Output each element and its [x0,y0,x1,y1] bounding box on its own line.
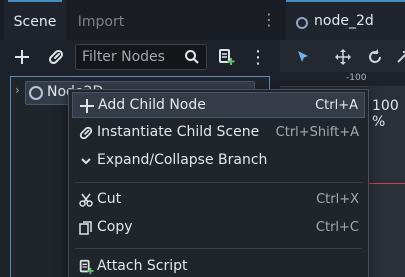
tab-import[interactable]: Import [66,0,136,40]
active-tab-indicator [8,0,62,2]
menu-item-shortcut: Ctrl+A [315,98,358,113]
menu-item-shortcut: Ctrl+Shift+A [275,125,359,140]
menu-item-label: Add Child Node [98,97,206,113]
context-menu: Add Child Node Ctrl+A Instantiate Child … [68,89,369,277]
menu-separator [75,182,362,183]
node2d-icon [29,86,43,100]
menu-item-shortcut: Ctrl+C [315,220,359,235]
plus-icon [15,50,29,64]
rotate-icon [369,49,381,63]
menu-item-cut[interactable]: Cut Ctrl+X [72,187,365,213]
move-mode-button[interactable] [330,44,356,70]
scene-dock-tabbar: Scene Import ⋮ [0,0,280,40]
tab-import-label: Import [77,14,125,30]
chevron-down-icon [78,153,94,169]
editor-window: Scene Import ⋮ Filter Nodes ⋮ › node_2d … [0,0,405,277]
tab-scene-label: Scene [13,14,57,30]
filter-nodes-field[interactable] [75,44,207,70]
tab-node-2d-label: node_2d [314,13,374,29]
menu-item-label: Expand/Collapse Branch [97,152,268,168]
active-tab-indicator [286,0,405,2]
cursor-icon [298,51,308,62]
node2d-icon [296,17,308,29]
select-mode-button[interactable] [290,44,316,70]
more-vertical-icon: ⋮ [249,46,267,68]
menu-item-attach-script[interactable]: Attach Script [72,254,365,277]
menu-item-expand-collapse-branch[interactable]: Expand/Collapse Branch [72,148,365,174]
menu-item-label: Instantiate Child Scene [97,124,260,140]
scale-mode-button[interactable] [390,44,405,70]
plus-icon [79,98,95,114]
menu-item-instantiate-child-scene[interactable]: Instantiate Child Scene Ctrl+Shift+A [72,120,365,146]
scene-tabbar: node_2d [280,0,405,40]
script-icon [78,259,94,275]
link-icon [78,125,94,141]
link-icon [48,49,64,65]
add-node-button[interactable] [8,43,36,71]
menu-item-copy[interactable]: Copy Ctrl+C [72,215,365,241]
scene-more-button[interactable]: ⋮ [244,43,272,71]
menu-item-label: Copy [97,219,133,235]
move-icon [335,49,351,65]
menu-item-add-child-node[interactable]: Add Child Node Ctrl+A [72,92,365,118]
attach-script-button[interactable] [212,43,240,71]
filter-nodes-input[interactable] [82,47,182,67]
zoom-label[interactable]: 100 % [372,98,405,130]
viewport-toolbar [280,40,405,72]
menu-item-label: Attach Script [97,258,188,274]
dock-options-icon[interactable]: ⋮ [261,10,277,30]
menu-item-shortcut: Ctrl+X [316,192,359,207]
ruler-tick-label: -100 [346,73,367,83]
instantiate-scene-button[interactable] [42,43,70,71]
script-add-icon [219,49,235,65]
x-axis-line [368,183,405,184]
horizontal-ruler: -100 [280,72,405,87]
menu-item-label: Cut [97,191,122,207]
scene-toolbar: ⋮ [0,40,280,76]
search-icon [185,50,199,64]
tab-node-2d[interactable]: node_2d [286,0,405,40]
menu-separator [75,248,362,249]
copy-icon [78,220,94,236]
chevron-right-icon[interactable]: › [15,83,20,97]
scissors-icon [78,192,94,208]
rotate-mode-button[interactable] [362,44,388,70]
tab-scene[interactable]: Scene [4,0,66,40]
scale-icon [397,51,405,63]
